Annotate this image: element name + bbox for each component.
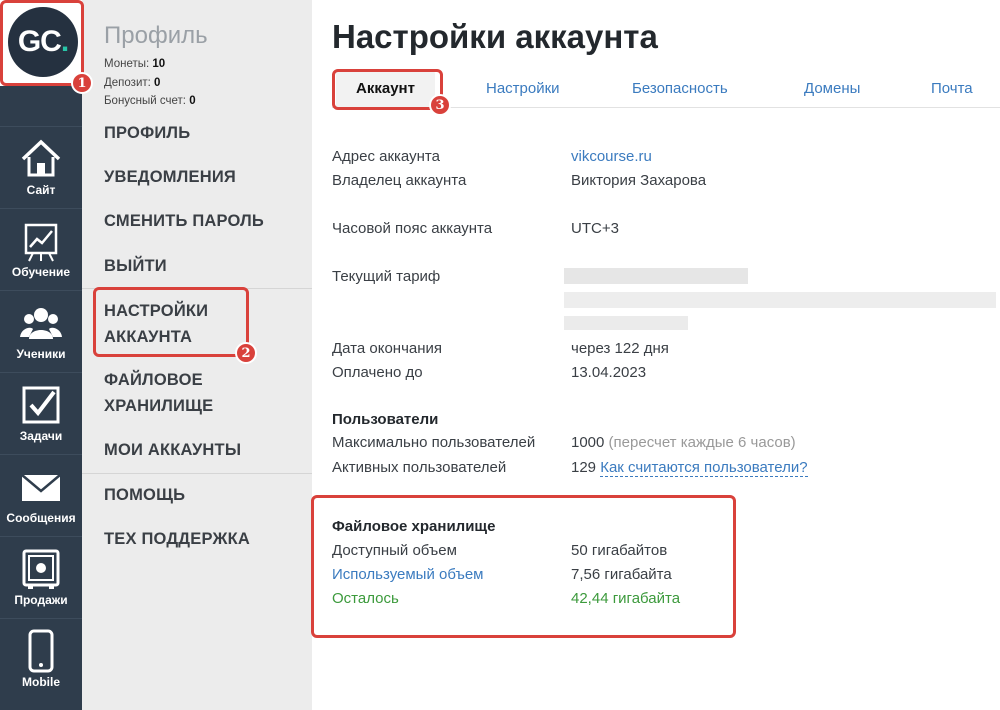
max-users-number: 1000	[571, 434, 605, 451]
address-link[interactable]: vikcourse.ru	[571, 148, 652, 165]
nav-label: Mobile	[22, 675, 60, 689]
checkbox-icon	[22, 386, 60, 424]
coins-label: Монеты:	[104, 58, 150, 70]
tab-mail[interactable]: Почта	[931, 80, 973, 97]
nav-label: Ученики	[16, 347, 66, 361]
end-date-value: через 122 дня	[571, 340, 669, 357]
highlight-logo	[0, 0, 84, 86]
max-users-value: 1000 (пересчет каждые 6 часов)	[571, 434, 796, 451]
menu-change-password[interactable]: СМЕНИТЬ ПАРОЛЬ	[104, 208, 264, 234]
nav-item-site[interactable]: Сайт	[0, 126, 82, 208]
end-date-label: Дата окончания	[332, 340, 443, 357]
menu-file-storage-line2: ХРАНИЛИЩЕ	[104, 397, 214, 415]
menu-logout[interactable]: ВЫЙТИ	[104, 253, 167, 279]
menu-file-storage-line1: ФАЙЛОВОЕ	[104, 371, 203, 389]
deposit-label: Депозит:	[104, 77, 151, 89]
highlight-file-storage	[311, 495, 736, 638]
chart-board-icon	[24, 223, 58, 262]
highlight-account-settings	[93, 287, 249, 357]
menu-help[interactable]: ПОМОЩЬ	[104, 482, 185, 508]
bonus-label: Бонусный счет:	[104, 95, 186, 107]
coins-stat: Монеты: 10	[104, 58, 165, 70]
sidebar-title: Профиль	[104, 22, 208, 49]
menu-file-storage[interactable]: ФАЙЛОВОЕ ХРАНИЛИЩЕ	[104, 367, 213, 419]
menu-divider	[82, 473, 312, 474]
users-icon	[20, 308, 62, 339]
paid-until-value: 13.04.2023	[571, 364, 647, 381]
nav-item-messages[interactable]: Сообщения	[0, 454, 82, 536]
nav-label: Задачи	[19, 429, 63, 443]
timezone-value: UTC+3	[571, 220, 619, 237]
nav-label: Обучение	[11, 265, 71, 279]
step-badge-2: 2	[235, 342, 257, 364]
menu-profile[interactable]: ПРОФИЛЬ	[104, 120, 190, 146]
nav-item-students[interactable]: Ученики	[0, 290, 82, 372]
nav-label: Продажи	[14, 593, 68, 607]
paid-until-label: Оплачено до	[332, 364, 423, 381]
menu-notifications[interactable]: УВЕДОМЛЕНИЯ	[104, 164, 236, 190]
nav-item-sales[interactable]: Продажи	[0, 536, 82, 618]
nav-item-tasks[interactable]: Задачи	[0, 372, 82, 454]
tab-settings[interactable]: Настройки	[486, 80, 560, 97]
bonus-value: 0	[189, 95, 196, 107]
page-title: Настройки аккаунта	[332, 18, 658, 55]
tab-security[interactable]: Безопасность	[632, 80, 728, 97]
nav-label: Сообщения	[6, 511, 76, 525]
address-label: Адрес аккаунта	[332, 148, 440, 165]
active-users-number: 129	[571, 459, 597, 476]
deposit-value: 0	[154, 77, 161, 89]
active-users-label: Активных пользователей	[332, 459, 507, 476]
house-icon	[21, 139, 61, 177]
timezone-label: Часовой пояс аккаунта	[332, 220, 493, 237]
users-section-title: Пользователи	[332, 411, 439, 428]
owner-value: Виктория Захарова	[571, 172, 707, 189]
max-users-note: (пересчет каждые 6 часов)	[608, 434, 796, 451]
max-users-label: Максимально пользователей	[332, 434, 536, 451]
users-count-help-link[interactable]: Как считаются пользователи?	[600, 459, 808, 477]
active-users-value: 129 Как считаются пользователи?	[571, 459, 808, 477]
nav-item-learning[interactable]: Обучение	[0, 208, 82, 290]
tariff-label: Текущий тариф	[332, 268, 441, 285]
left-nav: GC. Сайт Обучение Ученики Задачи Сообщен…	[0, 0, 82, 710]
menu-tech-support[interactable]: ТЕХ ПОДДЕРЖКА	[104, 526, 250, 552]
nav-item-mobile[interactable]: Mobile	[0, 618, 82, 700]
safe-icon	[22, 549, 60, 589]
owner-label: Владелец аккаунта	[332, 172, 467, 189]
deposit-stat: Депозит: 0	[104, 77, 160, 89]
phone-icon	[28, 629, 54, 673]
step-badge-3: 3	[429, 94, 451, 116]
step-badge-1: 1	[71, 72, 93, 94]
highlight-account-tab	[332, 69, 443, 110]
coins-value: 10	[152, 58, 166, 70]
envelope-icon	[21, 474, 61, 501]
nav-label: Сайт	[26, 183, 56, 197]
page: GC. Сайт Обучение Ученики Задачи Сообщен…	[0, 0, 1000, 710]
bonus-stat: Бонусный счет: 0	[104, 95, 196, 107]
menu-my-accounts[interactable]: МОИ АККАУНТЫ	[104, 437, 241, 463]
tab-domains[interactable]: Домены	[804, 80, 860, 97]
